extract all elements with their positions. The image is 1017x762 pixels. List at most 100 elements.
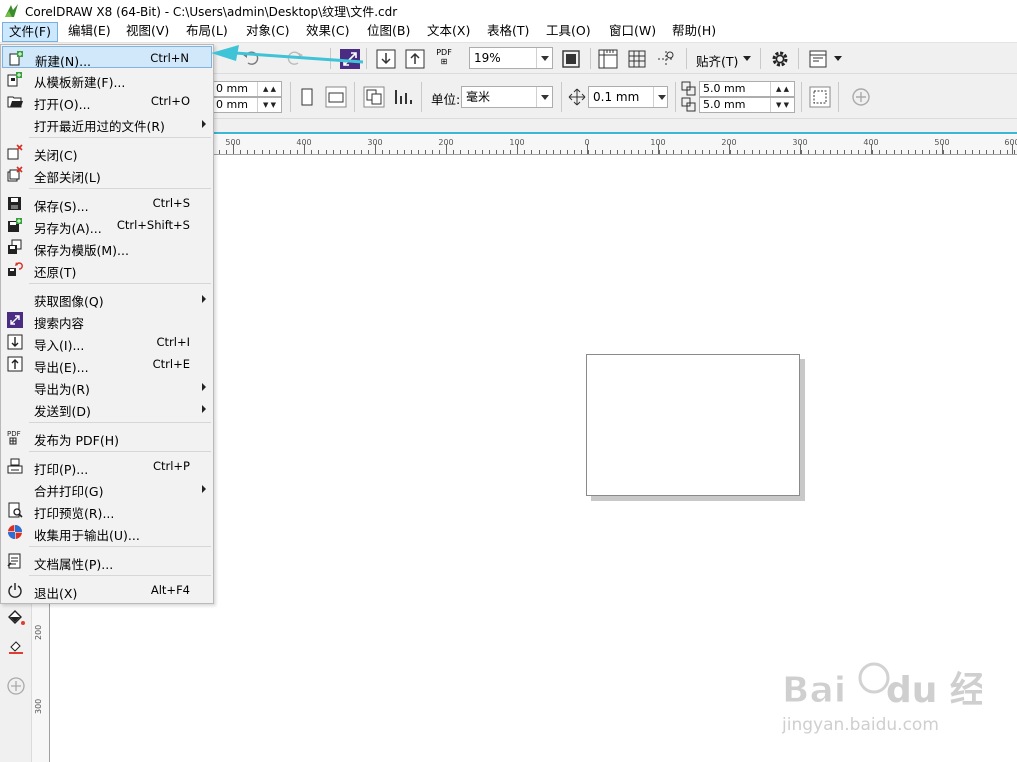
ruler-minor-tick [531, 150, 532, 154]
new-from-template-icon [7, 72, 22, 87]
close-doc-icon [7, 144, 23, 160]
document-page[interactable] [586, 354, 800, 496]
menu-item[interactable]: 保存(S)... Ctrl+S [2, 192, 212, 214]
menu-bitmaps[interactable]: 位图(B) [361, 22, 416, 42]
ruler-minor-tick [482, 150, 483, 154]
ruler-minor-tick [468, 150, 469, 154]
menu-object[interactable]: 对象(C) [240, 22, 295, 42]
object-width-field[interactable]: 0 mm ▲ ▲ [212, 81, 282, 97]
menu-item[interactable]: 文档属性(P)... [2, 550, 212, 572]
ruler-minor-tick [957, 150, 958, 154]
object-height-field[interactable]: 0 mm ▼ ▼ [212, 97, 282, 113]
nudge-distance-field[interactable]: 0.1 mm [588, 86, 668, 108]
zoom-level-combo[interactable]: 19% [469, 47, 553, 69]
menu-item[interactable]: 打开最近用过的文件(R) [2, 112, 212, 134]
ruler-minor-tick [979, 150, 980, 154]
menu-item[interactable]: 导出(E)... Ctrl+E [2, 353, 212, 375]
ruler-label: 200 [34, 624, 43, 640]
full-screen-icon[interactable] [560, 48, 582, 70]
duplicate-x-field[interactable]: 5.0 mm ▲ ▲ [699, 81, 795, 97]
menu-window[interactable]: 窗口(W) [603, 22, 662, 42]
ruler-minor-tick [453, 150, 454, 154]
menu-tools[interactable]: 工具(O) [540, 22, 597, 42]
current-page-icon[interactable] [392, 86, 414, 108]
spinner-arrows-icon[interactable]: ▼ ▼ [770, 98, 794, 112]
export-icon[interactable] [404, 48, 426, 70]
show-rulers-icon[interactable] [597, 48, 619, 70]
menu-item[interactable]: 全部关闭(L) [2, 163, 212, 185]
page-frame-icon[interactable] [809, 86, 831, 108]
close-all-icon [7, 166, 23, 182]
ruler-minor-tick [517, 150, 518, 154]
menu-item[interactable]: 导出为(R) [2, 375, 212, 397]
add-icon[interactable] [6, 676, 26, 696]
menu-item[interactable]: 新建(N)... Ctrl+N [2, 46, 212, 69]
menu-item[interactable]: 另存为(A)... Ctrl+Shift+S [2, 214, 212, 236]
menu-item[interactable]: 发送到(D) [2, 397, 212, 419]
chevron-down-icon[interactable] [536, 87, 552, 107]
horizontal-ruler[interactable]: 500 400 300 200 100 0 100 200 300 400 500 600 [214, 135, 1017, 155]
menu-item[interactable]: 获取图像(Q) [2, 287, 212, 309]
menu-item[interactable]: 合并打印(G) [2, 477, 212, 499]
vertical-ruler[interactable]: 200 300 [32, 600, 50, 762]
spinner-arrows-icon[interactable]: ▼ ▼ [257, 98, 281, 112]
ruler-minor-tick [340, 150, 341, 154]
chevron-down-icon[interactable] [536, 48, 552, 68]
menu-item[interactable]: 导入(I)... Ctrl+I [2, 331, 212, 353]
print-icon [7, 458, 23, 474]
ruler-minor-tick [837, 150, 838, 154]
menu-item[interactable]: 打开(O)... Ctrl+O [2, 90, 212, 112]
chevron-down-icon[interactable] [743, 56, 751, 61]
menu-effects[interactable]: 效果(C) [300, 22, 355, 42]
menu-edit[interactable]: 编辑(E) [62, 22, 117, 42]
spinner-arrows-icon[interactable] [653, 87, 667, 107]
menu-item[interactable]: 打印预览(R)... [2, 499, 212, 521]
menu-help[interactable]: 帮助(H) [666, 22, 722, 42]
snap-to-dropdown[interactable]: 贴齐(T) [696, 51, 738, 70]
menu-file[interactable]: 文件(F) [2, 22, 58, 42]
menu-layout[interactable]: 布局(L) [180, 22, 234, 42]
nudge-distance-icon [568, 88, 586, 106]
menu-item-shortcut: Ctrl+N [150, 51, 189, 65]
add-icon[interactable] [850, 86, 872, 108]
menu-item[interactable]: 收集用于输出(U)... [2, 521, 212, 543]
menu-item[interactable]: PDF 发布为 PDF(H) [2, 426, 212, 448]
application-launcher-icon[interactable] [807, 48, 829, 70]
doc-properties-icon [7, 553, 21, 569]
publish-pdf-icon[interactable]: PDF ⊞ [433, 48, 455, 70]
gear-icon[interactable] [769, 48, 791, 70]
menu-item[interactable]: 保存为模版(M)... [2, 236, 212, 258]
show-guidelines-icon[interactable] [655, 48, 677, 70]
menu-table[interactable]: 表格(T) [481, 22, 535, 42]
menu-item[interactable]: 从模板新建(F)... [2, 68, 212, 90]
smart-fill-icon[interactable] [6, 636, 26, 656]
ruler-minor-tick [354, 150, 355, 154]
toolbar-divider [675, 82, 676, 112]
ruler-minor-tick [652, 150, 653, 154]
interactive-fill-icon[interactable] [6, 608, 26, 628]
duplicate-y-field[interactable]: 5.0 mm ▼ ▼ [699, 97, 795, 113]
spinner-arrows-icon[interactable]: ▲ ▲ [257, 82, 281, 96]
ruler-minor-tick [759, 150, 760, 154]
import-icon[interactable] [375, 48, 397, 70]
menu-item[interactable]: 还原(T) [2, 258, 212, 280]
menu-item[interactable]: 打印(P)... Ctrl+P [2, 455, 212, 477]
menu-text[interactable]: 文本(X) [421, 22, 476, 42]
menu-item[interactable]: 关闭(C) [2, 141, 212, 163]
menu-item-label: 收集用于输出(U)... [34, 528, 140, 543]
menu-item[interactable]: 搜索内容 [2, 309, 212, 331]
landscape-icon[interactable] [325, 86, 347, 108]
menu-item[interactable]: 退出(X) Alt+F4 [2, 579, 212, 601]
spinner-arrows-icon[interactable]: ▲ ▲ [770, 82, 794, 96]
all-pages-icon[interactable] [363, 86, 385, 108]
ruler-minor-tick [752, 150, 753, 154]
chevron-down-icon[interactable] [834, 56, 842, 61]
portrait-icon[interactable] [296, 86, 318, 108]
menu-item-label: 搜索内容 [34, 316, 85, 331]
units-combo[interactable]: 毫米 [461, 86, 553, 108]
menu-separator [29, 137, 211, 138]
show-grid-icon[interactable] [626, 48, 648, 70]
ruler-minor-tick [922, 150, 923, 154]
svg-text:PDF: PDF [7, 430, 21, 438]
menu-view[interactable]: 视图(V) [120, 22, 175, 42]
